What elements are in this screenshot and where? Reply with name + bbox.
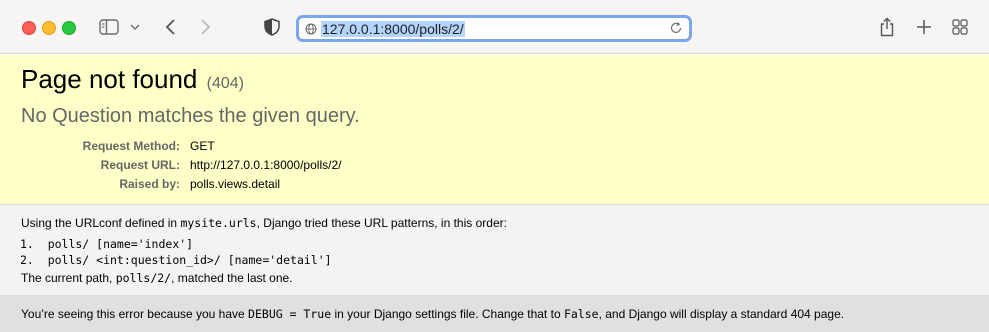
maximize-window-button[interactable] <box>62 21 76 35</box>
globe-icon <box>305 22 317 40</box>
privacy-shield-icon[interactable] <box>262 14 282 40</box>
address-url[interactable]: 127.0.0.1:8000/polls/2/ <box>321 21 465 37</box>
back-icon[interactable] <box>160 14 180 40</box>
current-prefix: The current path, <box>21 271 116 285</box>
error-summary: Page not found (404) No Question matches… <box>0 55 989 205</box>
detail-value: GET <box>190 139 215 153</box>
close-window-button[interactable] <box>22 21 36 35</box>
urlconf-suffix: , Django tried these URL patterns, in th… <box>256 216 507 230</box>
urlconf-name: mysite.urls <box>180 216 257 230</box>
share-icon[interactable] <box>877 14 897 40</box>
sidebar-icon[interactable] <box>98 14 120 40</box>
urlconf-text: Using the URLconf defined in mysite.urls… <box>21 216 507 230</box>
explanation-text: You’re seeing this error because you hav… <box>21 307 844 321</box>
explain-part-1: You’re seeing this error because you hav… <box>21 307 249 321</box>
address-bar[interactable]: 127.0.0.1:8000/polls/2/ <box>296 15 692 42</box>
detail-value: http://127.0.0.1:8000/polls/2/ <box>190 158 342 172</box>
detail-label: Request Method: <box>82 139 180 153</box>
url-pattern-list: 1. polls/ [name='index'] 2. polls/ <int:… <box>20 236 332 268</box>
detail-value: polls.views.detail <box>190 177 281 191</box>
current-suffix: , matched the last one. <box>171 271 293 285</box>
forward-icon[interactable] <box>196 14 216 40</box>
tab-overview-icon[interactable] <box>950 14 970 40</box>
page-title: Page not found (404) <box>21 64 244 99</box>
debug-explanation: You’re seeing this error because you hav… <box>0 296 989 332</box>
minimize-window-button[interactable] <box>42 21 56 35</box>
chevron-down-icon[interactable] <box>128 14 142 40</box>
current-path: polls/2/ <box>115 271 172 285</box>
explain-part-3: , and Django will display a standard 404… <box>598 307 845 321</box>
debug-setting: DEBUG = True <box>248 307 332 321</box>
current-path-text: The current path, polls/2/, matched the … <box>21 271 293 285</box>
url-pattern: 1. polls/ [name='index'] <box>20 237 194 251</box>
new-tab-icon[interactable] <box>914 14 934 40</box>
error-message: No Question matches the given query. <box>21 105 360 127</box>
explain-part-2: in your Django settings file. Change tha… <box>331 307 564 321</box>
page-title-text: Page not found <box>21 64 198 94</box>
detail-label: Request URL: <box>100 158 180 172</box>
detail-label: Raised by: <box>119 177 180 191</box>
status-code: (404) <box>206 75 244 92</box>
url-pattern: 2. polls/ <int:question_id>/ [name='deta… <box>20 253 332 267</box>
reload-icon[interactable] <box>669 21 683 40</box>
urlconf-info: Using the URLconf defined in mysite.urls… <box>0 205 989 296</box>
false-value: False <box>563 307 599 321</box>
urlconf-prefix: Using the URLconf defined in <box>21 216 181 230</box>
browser-toolbar: 127.0.0.1:8000/polls/2/ <box>0 0 989 54</box>
